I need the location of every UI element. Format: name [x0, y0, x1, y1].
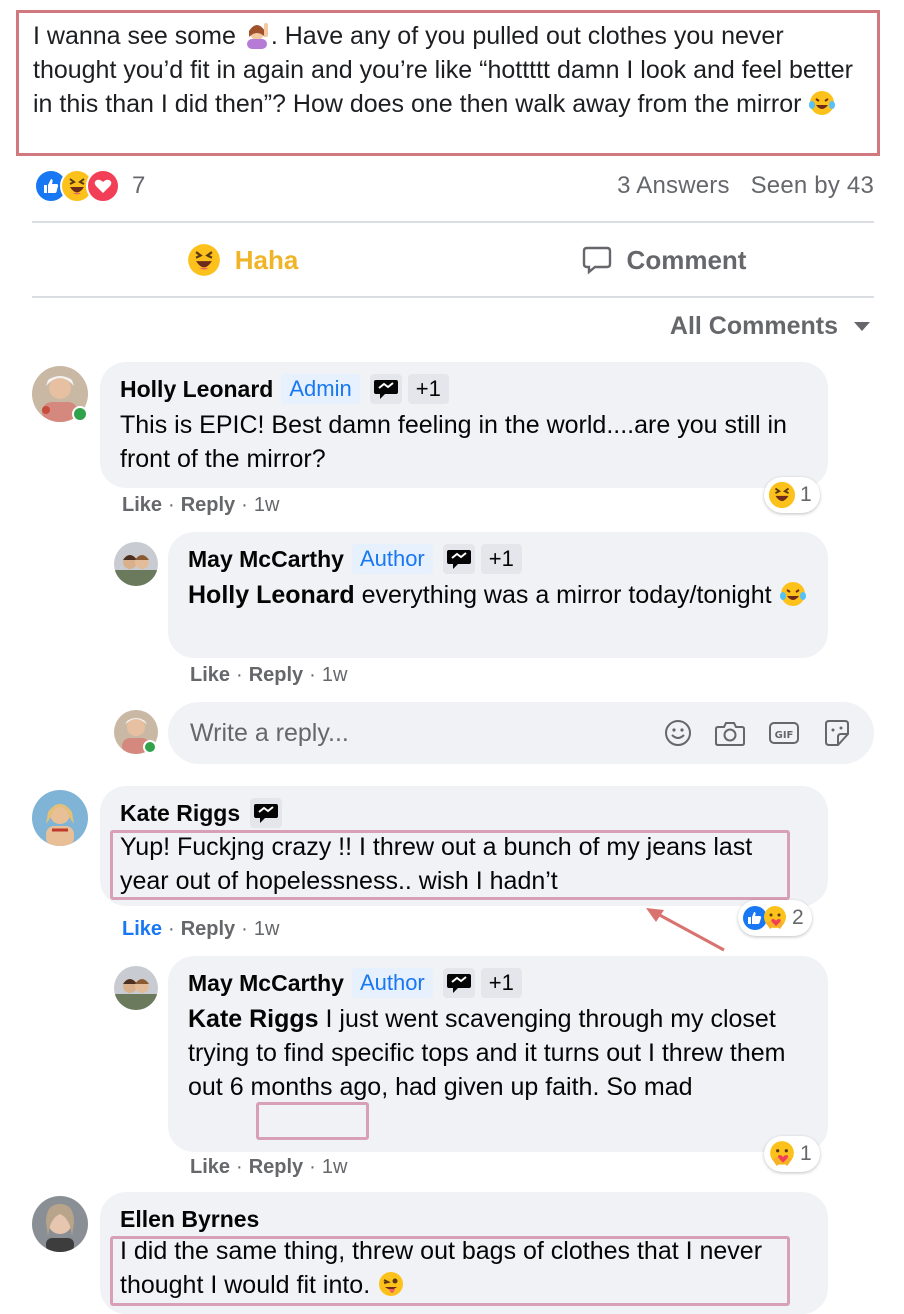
reply-link[interactable]: Reply — [181, 494, 235, 517]
comment-label: Comment — [626, 244, 747, 275]
avatar[interactable] — [114, 542, 158, 586]
comment-header: Holly Leonard Admin +1 — [120, 374, 808, 404]
reply-link[interactable]: Reply — [249, 1156, 303, 1179]
haha-label: Haha — [234, 244, 299, 275]
commenter-name[interactable]: Kate Riggs — [120, 800, 240, 827]
comment-time[interactable]: 1w — [254, 918, 280, 941]
woman-raising-hand-icon — [243, 21, 271, 49]
comment-time[interactable]: 1w — [322, 1156, 348, 1179]
laughing-tears-icon — [808, 89, 836, 117]
comment-header: Kate Riggs — [120, 798, 808, 828]
reply-input[interactable]: Write a reply... GIF — [168, 702, 874, 764]
care-icon — [762, 905, 788, 931]
author-badge[interactable]: Author — [351, 544, 433, 574]
badge-more[interactable]: +1 — [480, 544, 522, 574]
love-icon — [86, 169, 120, 203]
comment-time[interactable]: 1w — [254, 494, 280, 517]
highlight-box — [110, 830, 790, 900]
comment-reaction-badge[interactable]: 1 — [764, 1136, 820, 1172]
camera-icon[interactable] — [714, 719, 746, 747]
like-link[interactable]: Like — [122, 494, 162, 517]
comment-bubble: Holly Leonard Admin +1 This is EPIC! Bes… — [100, 362, 828, 488]
mention[interactable]: Kate Riggs — [188, 1005, 319, 1033]
mention[interactable]: Holly Leonard — [188, 581, 355, 609]
comment-reaction-badge[interactable]: 2 — [738, 900, 812, 936]
comment-icon — [581, 244, 613, 276]
reaction-summary[interactable] — [34, 169, 120, 203]
post-reactions-bar: 7 3 Answers Seen by 43 — [34, 166, 874, 206]
comment-text: Kate Riggs I just went scavenging throug… — [188, 1002, 806, 1104]
reaction-count: 1 — [800, 1142, 812, 1165]
answers-count[interactable]: 3 Answers — [617, 172, 730, 199]
comment-bubble: May McCarthy Author +1 Holly Leonard eve… — [168, 532, 828, 658]
divider — [32, 221, 874, 223]
online-indicator — [143, 740, 157, 754]
reply-tools: GIF — [642, 718, 852, 748]
reaction-count: 2 — [792, 906, 804, 929]
comment-body: everything was a mirror today/tonight — [354, 581, 779, 609]
comment-text: Holly Leonard everything was a mirror to… — [188, 578, 808, 612]
comment-meta: Like · Reply · 1w — [122, 918, 280, 941]
post-text: I wanna see some . Have any of you pulle… — [16, 10, 880, 156]
seen-by-count[interactable]: Seen by 43 — [751, 172, 874, 199]
laughing-tears-icon — [779, 580, 807, 608]
post-stats: 3 Answers Seen by 43 — [617, 172, 874, 200]
post-text-part1: I wanna see some — [33, 22, 243, 50]
commenter-name[interactable]: Holly Leonard — [120, 376, 273, 403]
conversation-starter-icon[interactable] — [442, 968, 475, 998]
haha-icon — [768, 481, 796, 509]
svg-text:GIF: GIF — [775, 730, 794, 741]
comment-header: May McCarthy Author +1 — [188, 968, 808, 998]
comment-meta: Like · Reply · 1w — [122, 494, 280, 517]
caret-down-icon — [854, 322, 870, 331]
commenter-name[interactable]: Ellen Byrnes — [120, 1206, 259, 1233]
highlight-box — [110, 1236, 790, 1306]
comment-body-end: So mad — [606, 1073, 693, 1101]
comment-meta: Like · Reply · 1w — [190, 1156, 348, 1179]
highlight-box — [256, 1102, 369, 1140]
reply-placeholder: Write a reply... — [190, 718, 349, 747]
sticker-icon[interactable] — [822, 718, 852, 748]
reaction-count: 1 — [800, 483, 812, 506]
conversation-starter-icon[interactable] — [369, 374, 402, 404]
comment-sort-dropdown[interactable]: All Comments — [670, 312, 870, 341]
sort-label: All Comments — [669, 312, 838, 340]
like-link[interactable]: Like — [190, 664, 230, 687]
like-link[interactable]: Like — [122, 918, 162, 941]
admin-badge[interactable]: Admin — [281, 374, 360, 404]
conversation-starter-icon[interactable] — [250, 798, 283, 828]
annotation-arrow — [646, 908, 725, 952]
reply-link[interactable]: Reply — [249, 664, 303, 687]
comment-reaction-badge[interactable]: 1 — [764, 477, 820, 513]
divider — [32, 296, 874, 298]
commenter-name[interactable]: May McCarthy — [188, 546, 344, 573]
comment-button[interactable]: Comment — [453, 224, 874, 296]
avatar[interactable] — [114, 966, 158, 1010]
haha-button[interactable]: Haha — [32, 224, 453, 296]
comment-text: This is EPIC! Best damn feeling in the w… — [120, 411, 787, 473]
badge-more[interactable]: +1 — [480, 968, 522, 998]
like-link[interactable]: Like — [190, 1156, 230, 1179]
post-action-row: Haha Comment — [32, 224, 874, 296]
comment-meta: Like · Reply · 1w — [190, 664, 348, 687]
conversation-starter-icon[interactable] — [442, 544, 475, 574]
comment-header: Ellen Byrnes — [120, 1204, 808, 1234]
comment-header: May McCarthy Author +1 — [188, 544, 808, 574]
comment-time[interactable]: 1w — [322, 664, 348, 687]
gif-icon[interactable]: GIF — [768, 719, 800, 747]
commenter-name[interactable]: May McCarthy — [188, 970, 344, 997]
avatar[interactable] — [32, 1196, 88, 1252]
smiley-icon[interactable] — [664, 719, 692, 747]
reply-link[interactable]: Reply — [181, 918, 235, 941]
care-icon — [768, 1140, 796, 1168]
haha-icon — [187, 243, 221, 277]
badge-more[interactable]: +1 — [407, 374, 449, 404]
reaction-count[interactable]: 7 — [132, 172, 145, 200]
avatar[interactable] — [32, 790, 88, 846]
online-indicator — [72, 406, 88, 422]
author-badge[interactable]: Author — [351, 968, 433, 998]
